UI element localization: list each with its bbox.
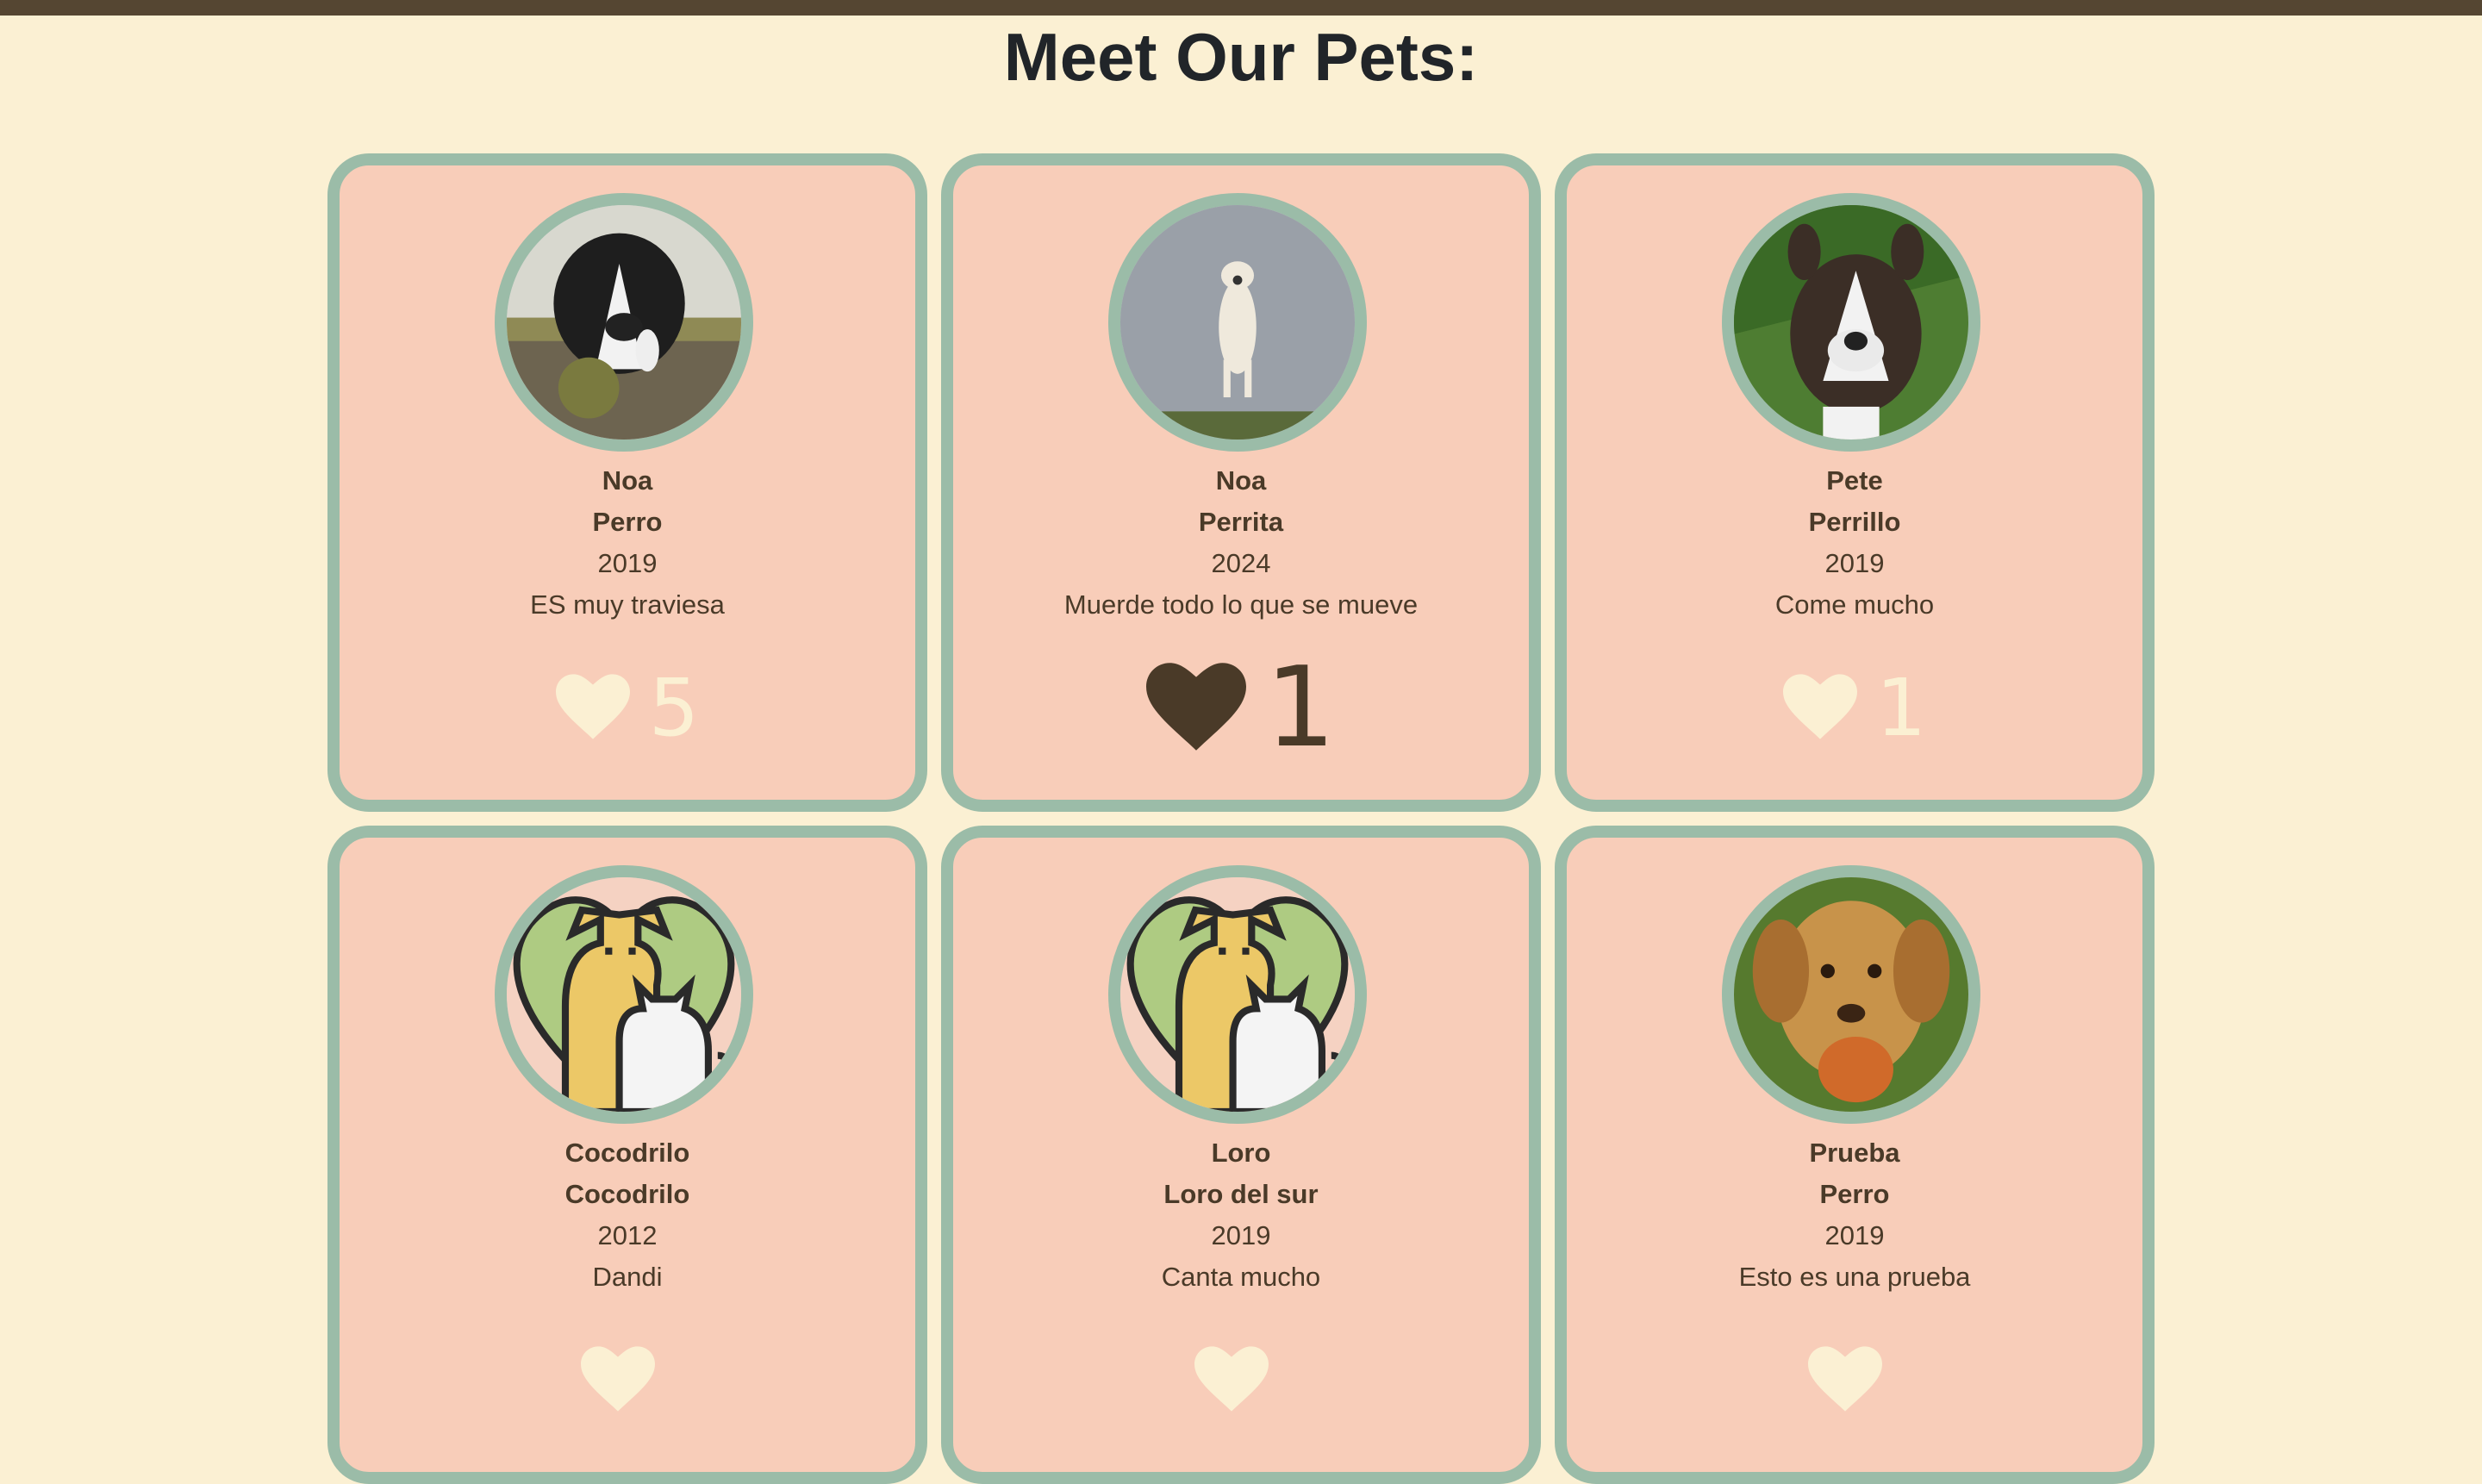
like-button[interactable]: 5 [340,657,915,760]
pet-description: Muerde todo lo que se mueve [1063,589,1419,620]
like-button[interactable] [1567,1329,2142,1432]
like-count: 1 [1265,644,1336,772]
pet-description: Come mucho [1774,589,1935,620]
pet-photo [1108,193,1367,452]
pet-info: Loro Loro del sur 2019 Canta mucho [953,1132,1529,1298]
pet-grid: Noa Perro 2019 ES muy traviesa 5 Noa Per… [0,0,2482,1484]
pet-info: Pete Perrillo 2019 Come mucho [1567,460,2142,626]
like-button[interactable] [340,1329,915,1432]
like-button[interactable]: 1 [1567,657,2142,760]
pet-year: 2019 [597,548,658,578]
pet-type: Loro del sur [1163,1179,1319,1209]
pet-year: 2024 [1211,548,1271,578]
pet-photo [1722,193,1980,452]
pet-name: Noa [602,465,653,496]
pet-description: ES muy traviesa [530,589,725,620]
pet-year: 2012 [597,1220,658,1250]
pet-name: Loro [1211,1138,1271,1168]
pet-info: Cocodrilo Cocodrilo 2012 Dandi [340,1132,915,1298]
pet-photo [1108,865,1367,1124]
pet-year: 2019 [1211,1220,1271,1250]
heart-icon[interactable] [1146,662,1247,755]
pet-photo [495,193,753,452]
pet-type: Perrita [1198,507,1284,537]
pet-year: 2019 [1824,1220,1885,1250]
pet-card: Pete Perrillo 2019 Come mucho 1 [1555,153,2155,812]
pet-info: Noa Perrita 2024 Muerde todo lo que se m… [953,460,1529,626]
like-button[interactable]: 1 [953,653,1529,764]
pet-card: Cocodrilo Cocodrilo 2012 Dandi [327,826,927,1484]
pet-type: Perrillo [1808,507,1901,537]
like-count: 5 [648,662,700,754]
pet-card: Noa Perrita 2024 Muerde todo lo que se m… [941,153,1541,812]
like-count: 1 [1875,662,1927,754]
pet-description: Dandi [592,1262,663,1292]
pet-name: Prueba [1809,1138,1900,1168]
pet-photo [1722,865,1980,1124]
pet-name: Noa [1215,465,1267,496]
pet-photo [495,865,753,1124]
pet-name: Cocodrilo [564,1138,690,1168]
pet-type: Perro [592,507,663,537]
pet-type: Cocodrilo [564,1179,690,1209]
pet-card: Prueba Perro 2019 Esto es una prueba [1555,826,2155,1484]
pet-card: Noa Perro 2019 ES muy traviesa 5 [327,153,927,812]
pet-card: Loro Loro del sur 2019 Canta mucho [941,826,1541,1484]
pet-description: Canta mucho [1161,1262,1321,1292]
heart-icon[interactable] [1782,673,1857,744]
pet-info: Noa Perro 2019 ES muy traviesa [340,460,915,626]
pet-info: Prueba Perro 2019 Esto es una prueba [1567,1132,2142,1298]
pet-year: 2019 [1824,548,1885,578]
pet-description: Esto es una prueba [1738,1262,1971,1292]
pet-type: Perro [1819,1179,1890,1209]
like-button[interactable] [953,1329,1529,1432]
heart-icon[interactable] [555,673,630,744]
pet-name: Pete [1826,465,1883,496]
